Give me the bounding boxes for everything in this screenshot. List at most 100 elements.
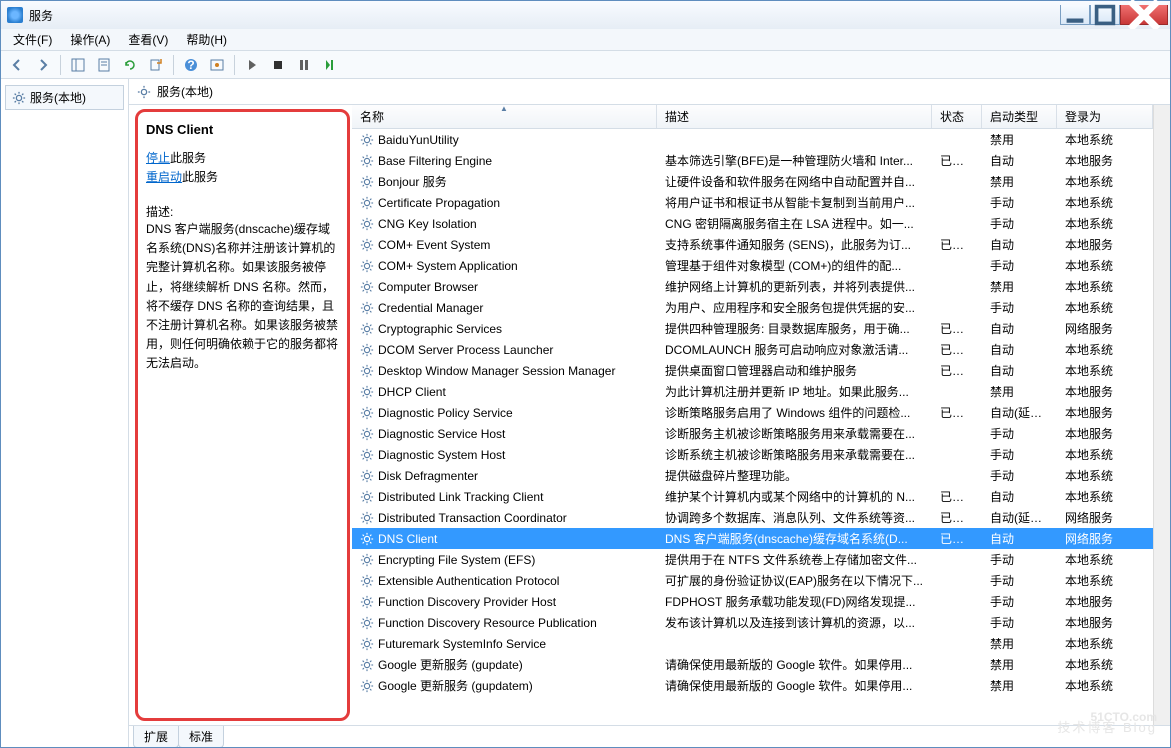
cell-logon-as: 本地系统 [1057, 362, 1153, 379]
service-row[interactable]: Distributed Link Tracking Client维护某个计算机内… [352, 486, 1153, 507]
cell-startup-type: 禁用 [982, 278, 1057, 295]
minimize-button[interactable] [1060, 5, 1090, 25]
cell-logon-as: 本地系统 [1057, 215, 1153, 232]
gear-icon [12, 91, 26, 105]
cell-startup-type: 手动 [982, 614, 1057, 631]
service-row[interactable]: Desktop Window Manager Session Manager提供… [352, 360, 1153, 381]
show-hide-tree-button[interactable] [66, 53, 90, 77]
service-row[interactable]: DCOM Server Process LauncherDCOMLAUNCH 服… [352, 339, 1153, 360]
service-row[interactable]: Base Filtering Engine基本筛选引擎(BFE)是一种管理防火墙… [352, 150, 1153, 171]
tab-extended[interactable]: 扩展 [133, 726, 179, 747]
menu-help[interactable]: 帮助(H) [178, 29, 235, 50]
service-row[interactable]: Diagnostic Policy Service诊断策略服务启用了 Windo… [352, 402, 1153, 423]
gear-icon [360, 301, 374, 315]
back-button[interactable] [5, 53, 29, 77]
stop-service-link[interactable]: 停止 [146, 151, 170, 165]
close-button[interactable] [1120, 5, 1168, 25]
service-row[interactable]: Computer Browser维护网络上计算机的更新列表，并将列表提供...禁… [352, 276, 1153, 297]
cell-startup-type: 自动 [982, 362, 1057, 379]
restart-service-link[interactable]: 重启动 [146, 170, 182, 184]
service-row[interactable]: Distributed Transaction Coordinator协调跨多个… [352, 507, 1153, 528]
service-row[interactable]: Google 更新服务 (gupdatem)请确保使用最新版的 Google 软… [352, 675, 1153, 696]
menu-view[interactable]: 查看(V) [120, 29, 176, 50]
cell-name: Futuremark SystemInfo Service [352, 637, 657, 651]
cell-startup-type: 自动 [982, 488, 1057, 505]
service-row[interactable]: Diagnostic System Host诊断系统主机被诊断策略服务用来承载需… [352, 444, 1153, 465]
cell-name: Credential Manager [352, 301, 657, 315]
cell-name: COM+ Event System [352, 238, 657, 252]
gear-icon [360, 469, 374, 483]
svg-text:?: ? [187, 58, 194, 72]
cell-startup-type: 手动 [982, 446, 1057, 463]
stop-service-button[interactable] [266, 53, 290, 77]
column-logon-as[interactable]: 登录为 [1057, 105, 1153, 128]
service-row[interactable]: DHCP Client为此计算机注册并更新 IP 地址。如果此服务...禁用本地… [352, 381, 1153, 402]
cell-status: 已启动 [932, 341, 982, 358]
cell-status: 已启动 [932, 320, 982, 337]
cell-logon-as: 本地系统 [1057, 677, 1153, 694]
cell-startup-type: 手动 [982, 194, 1057, 211]
detail-service-name: DNS Client [146, 122, 339, 137]
gear-icon [360, 217, 374, 231]
forward-button[interactable] [31, 53, 55, 77]
list-body[interactable]: BaiduYunUtility禁用本地系统Base Filtering Engi… [352, 129, 1153, 725]
cell-name: Diagnostic Service Host [352, 427, 657, 441]
pause-service-button[interactable] [292, 53, 316, 77]
tree-node-label: 服务(本地) [30, 89, 86, 106]
cell-logon-as: 本地系统 [1057, 299, 1153, 316]
refresh-button[interactable] [118, 53, 142, 77]
cell-logon-as: 本地系统 [1057, 446, 1153, 463]
service-row[interactable]: Futuremark SystemInfo Service禁用本地系统 [352, 633, 1153, 654]
cell-description: 维护某个计算机内或某个网络中的计算机的 N... [657, 488, 932, 505]
vertical-scrollbar[interactable] [1153, 105, 1170, 725]
tree-node-services-local[interactable]: 服务(本地) [5, 85, 124, 110]
titlebar[interactable]: 服务 [1, 1, 1170, 29]
service-row[interactable]: COM+ Event System支持系统事件通知服务 (SENS)，此服务为订… [352, 234, 1153, 255]
service-row[interactable]: Bonjour 服务让硬件设备和软件服务在网络中自动配置并自...禁用本地系统 [352, 171, 1153, 192]
toolbar-icon[interactable] [205, 53, 229, 77]
service-row[interactable]: Google 更新服务 (gupdate)请确保使用最新版的 Google 软件… [352, 654, 1153, 675]
column-description[interactable]: 描述 [657, 105, 932, 128]
service-row[interactable]: Certificate Propagation将用户证书和根证书从智能卡复制到当… [352, 192, 1153, 213]
window-title: 服务 [29, 7, 53, 24]
service-row[interactable]: Function Discovery Provider HostFDPHOST … [352, 591, 1153, 612]
menu-file[interactable]: 文件(F) [5, 29, 60, 50]
column-name[interactable]: 名称▲ [352, 105, 657, 128]
service-row[interactable]: Credential Manager为用户、应用程序和安全服务包提供凭据的安..… [352, 297, 1153, 318]
menu-action[interactable]: 操作(A) [62, 29, 118, 50]
gear-icon [360, 532, 374, 546]
service-row[interactable]: BaiduYunUtility禁用本地系统 [352, 129, 1153, 150]
service-row[interactable]: DNS ClientDNS 客户端服务(dnscache)缓存域名系统(D...… [352, 528, 1153, 549]
gear-icon [360, 679, 374, 693]
service-row[interactable]: Function Discovery Resource Publication发… [352, 612, 1153, 633]
restart-service-button[interactable] [318, 53, 342, 77]
service-row[interactable]: Encrypting File System (EFS)提供用于在 NTFS 文… [352, 549, 1153, 570]
gear-icon [360, 280, 374, 294]
service-row[interactable]: COM+ System Application管理基于组件对象模型 (COM+)… [352, 255, 1153, 276]
cell-startup-type: 自动 [982, 152, 1057, 169]
cell-name: Diagnostic Policy Service [352, 406, 657, 420]
service-row[interactable]: Cryptographic Services提供四种管理服务: 目录数据库服务，… [352, 318, 1153, 339]
list-header: 名称▲ 描述 状态 启动类型 登录为 [352, 105, 1153, 129]
cell-startup-type: 手动 [982, 551, 1057, 568]
service-row[interactable]: Disk Defragmenter提供磁盘碎片整理功能。手动本地系统 [352, 465, 1153, 486]
column-startup-type[interactable]: 启动类型 [982, 105, 1057, 128]
service-row[interactable]: Extensible Authentication Protocol可扩展的身份… [352, 570, 1153, 591]
start-service-button[interactable] [240, 53, 264, 77]
column-status[interactable]: 状态 [932, 105, 982, 128]
maximize-button[interactable] [1090, 5, 1120, 25]
sort-asc-icon: ▲ [500, 105, 508, 113]
export-button[interactable] [144, 53, 168, 77]
cell-description: 发布该计算机以及连接到该计算机的资源，以... [657, 614, 932, 631]
cell-name: Distributed Link Tracking Client [352, 490, 657, 504]
cell-name: Distributed Transaction Coordinator [352, 511, 657, 525]
properties-button[interactable] [92, 53, 116, 77]
help-button[interactable]: ? [179, 53, 203, 77]
gear-icon [360, 238, 374, 252]
service-row[interactable]: Diagnostic Service Host诊断服务主机被诊断策略服务用来承载… [352, 423, 1153, 444]
service-row[interactable]: CNG Key IsolationCNG 密钥隔离服务宿主在 LSA 进程中。如… [352, 213, 1153, 234]
tab-standard[interactable]: 标准 [178, 726, 224, 747]
cell-description: 为用户、应用程序和安全服务包提供凭据的安... [657, 299, 932, 316]
gear-icon [360, 364, 374, 378]
cell-logon-as: 本地系统 [1057, 257, 1153, 274]
